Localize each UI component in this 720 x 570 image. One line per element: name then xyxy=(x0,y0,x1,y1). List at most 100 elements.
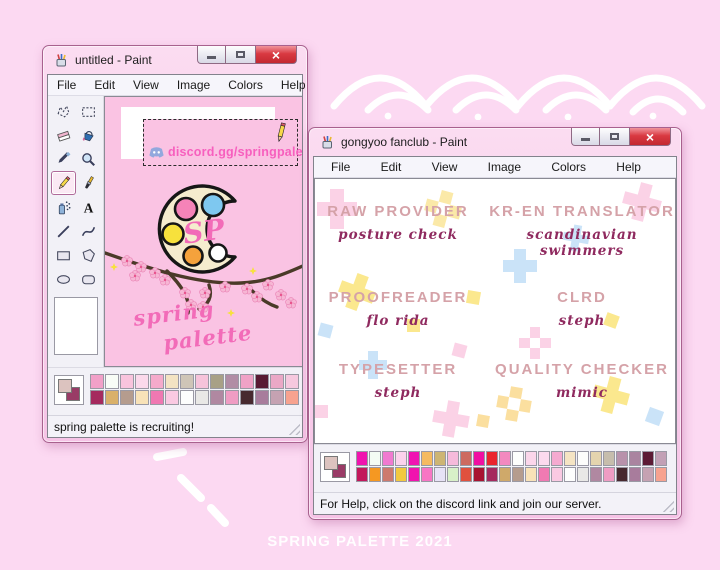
color-swatch[interactable] xyxy=(421,467,433,482)
color-swatch[interactable] xyxy=(195,374,209,389)
color-swatch[interactable] xyxy=(564,451,576,466)
airbrush-tool[interactable] xyxy=(51,195,76,219)
color-swatch[interactable] xyxy=(369,451,381,466)
menu-item-view[interactable]: View xyxy=(423,158,467,176)
color-swatch[interactable] xyxy=(538,451,550,466)
color-swatch[interactable] xyxy=(551,467,563,482)
color-swatch[interactable] xyxy=(447,451,459,466)
maximize-button[interactable] xyxy=(600,128,629,146)
maximize-button[interactable] xyxy=(226,46,255,64)
color-swatch[interactable] xyxy=(590,467,602,482)
color-swatch[interactable] xyxy=(285,390,299,405)
curve-tool[interactable] xyxy=(76,219,101,243)
discord-link[interactable]: discord.gg/springpalette xyxy=(149,145,302,159)
close-button[interactable]: × xyxy=(255,46,297,64)
color-swatch[interactable] xyxy=(499,451,511,466)
menu-item-file[interactable]: File xyxy=(322,158,359,176)
fill-tool[interactable] xyxy=(76,123,101,147)
text-tool[interactable]: A xyxy=(76,195,101,219)
drawing-canvas[interactable]: RAW PROVIDER posture check KR-EN TRANSLA… xyxy=(314,178,676,444)
color-swatch[interactable] xyxy=(460,451,472,466)
color-swatch[interactable] xyxy=(408,451,420,466)
color-swatch[interactable] xyxy=(512,451,524,466)
color-swatch[interactable] xyxy=(165,390,179,405)
menu-item-edit[interactable]: Edit xyxy=(85,76,124,94)
color-swatch[interactable] xyxy=(629,451,641,466)
color-swatch[interactable] xyxy=(240,374,254,389)
resize-grip[interactable] xyxy=(288,423,300,435)
color-swatch[interactable] xyxy=(255,390,269,405)
color-swatch[interactable] xyxy=(240,390,254,405)
color-picker-tool[interactable] xyxy=(51,147,76,171)
color-swatch[interactable] xyxy=(356,467,368,482)
color-swatch[interactable] xyxy=(135,390,149,405)
color-swatch[interactable] xyxy=(105,374,119,389)
color-swatch[interactable] xyxy=(603,451,615,466)
color-swatch[interactable] xyxy=(210,374,224,389)
color-swatch[interactable] xyxy=(120,374,134,389)
menu-item-help[interactable]: Help xyxy=(607,158,650,176)
color-swatch[interactable] xyxy=(270,390,284,405)
color-swatch[interactable] xyxy=(473,467,485,482)
color-swatch[interactable] xyxy=(369,467,381,482)
foreground-background-colors[interactable] xyxy=(54,374,84,405)
menu-item-help[interactable]: Help xyxy=(272,76,315,94)
color-swatch[interactable] xyxy=(499,467,511,482)
titlebar[interactable]: gongyoo fanclub - Paint × xyxy=(309,128,681,156)
menu-item-colors[interactable]: Colors xyxy=(219,76,272,94)
color-swatch[interactable] xyxy=(382,451,394,466)
rounded-rectangle-tool[interactable] xyxy=(76,267,101,291)
minimize-button[interactable] xyxy=(197,46,226,64)
color-swatch[interactable] xyxy=(165,374,179,389)
color-swatch[interactable] xyxy=(447,467,459,482)
discord-link-text[interactable]: discord.gg/springpalette xyxy=(168,145,302,159)
color-swatch[interactable] xyxy=(356,451,368,466)
line-tool[interactable] xyxy=(51,219,76,243)
drawing-canvas[interactable]: discord.gg/springpalette xyxy=(104,96,302,367)
color-swatch[interactable] xyxy=(655,467,667,482)
color-swatch[interactable] xyxy=(434,451,446,466)
color-swatch[interactable] xyxy=(603,467,615,482)
color-swatch[interactable] xyxy=(180,374,194,389)
color-swatch[interactable] xyxy=(525,467,537,482)
color-swatch[interactable] xyxy=(616,451,628,466)
color-swatch[interactable] xyxy=(473,451,485,466)
menu-item-view[interactable]: View xyxy=(124,76,168,94)
ellipse-tool[interactable] xyxy=(51,267,76,291)
color-swatch[interactable] xyxy=(395,467,407,482)
color-swatch[interactable] xyxy=(616,467,628,482)
color-swatch[interactable] xyxy=(642,467,654,482)
color-swatch[interactable] xyxy=(486,467,498,482)
color-swatch[interactable] xyxy=(150,374,164,389)
color-swatch[interactable] xyxy=(577,467,589,482)
color-swatch[interactable] xyxy=(120,390,134,405)
brush-tool[interactable] xyxy=(76,171,101,195)
color-swatch[interactable] xyxy=(90,390,104,405)
rectangle-tool[interactable] xyxy=(51,243,76,267)
color-swatch[interactable] xyxy=(486,451,498,466)
color-swatch[interactable] xyxy=(150,390,164,405)
polygon-tool[interactable] xyxy=(76,243,101,267)
titlebar[interactable]: untitled - Paint × xyxy=(43,46,307,74)
menu-item-image[interactable]: Image xyxy=(479,158,530,176)
magnifier-tool[interactable] xyxy=(76,147,101,171)
color-swatch[interactable] xyxy=(255,374,269,389)
color-swatch[interactable] xyxy=(655,451,667,466)
color-swatch[interactable] xyxy=(90,374,104,389)
color-swatch[interactable] xyxy=(408,467,420,482)
selection-box[interactable]: discord.gg/springpalette xyxy=(143,119,302,166)
resize-grip[interactable] xyxy=(662,500,674,512)
color-swatch[interactable] xyxy=(512,467,524,482)
minimize-button[interactable] xyxy=(571,128,600,146)
color-swatch[interactable] xyxy=(225,390,239,405)
color-swatch[interactable] xyxy=(564,467,576,482)
pencil-tool[interactable] xyxy=(50,171,76,195)
color-swatch[interactable] xyxy=(135,374,149,389)
tool-options-box[interactable] xyxy=(53,297,98,355)
foreground-background-colors[interactable] xyxy=(320,451,350,482)
color-swatch[interactable] xyxy=(642,451,654,466)
menu-item-image[interactable]: Image xyxy=(168,76,219,94)
menu-item-file[interactable]: File xyxy=(48,76,85,94)
color-swatch[interactable] xyxy=(629,467,641,482)
free-form-select-tool[interactable] xyxy=(51,99,76,123)
